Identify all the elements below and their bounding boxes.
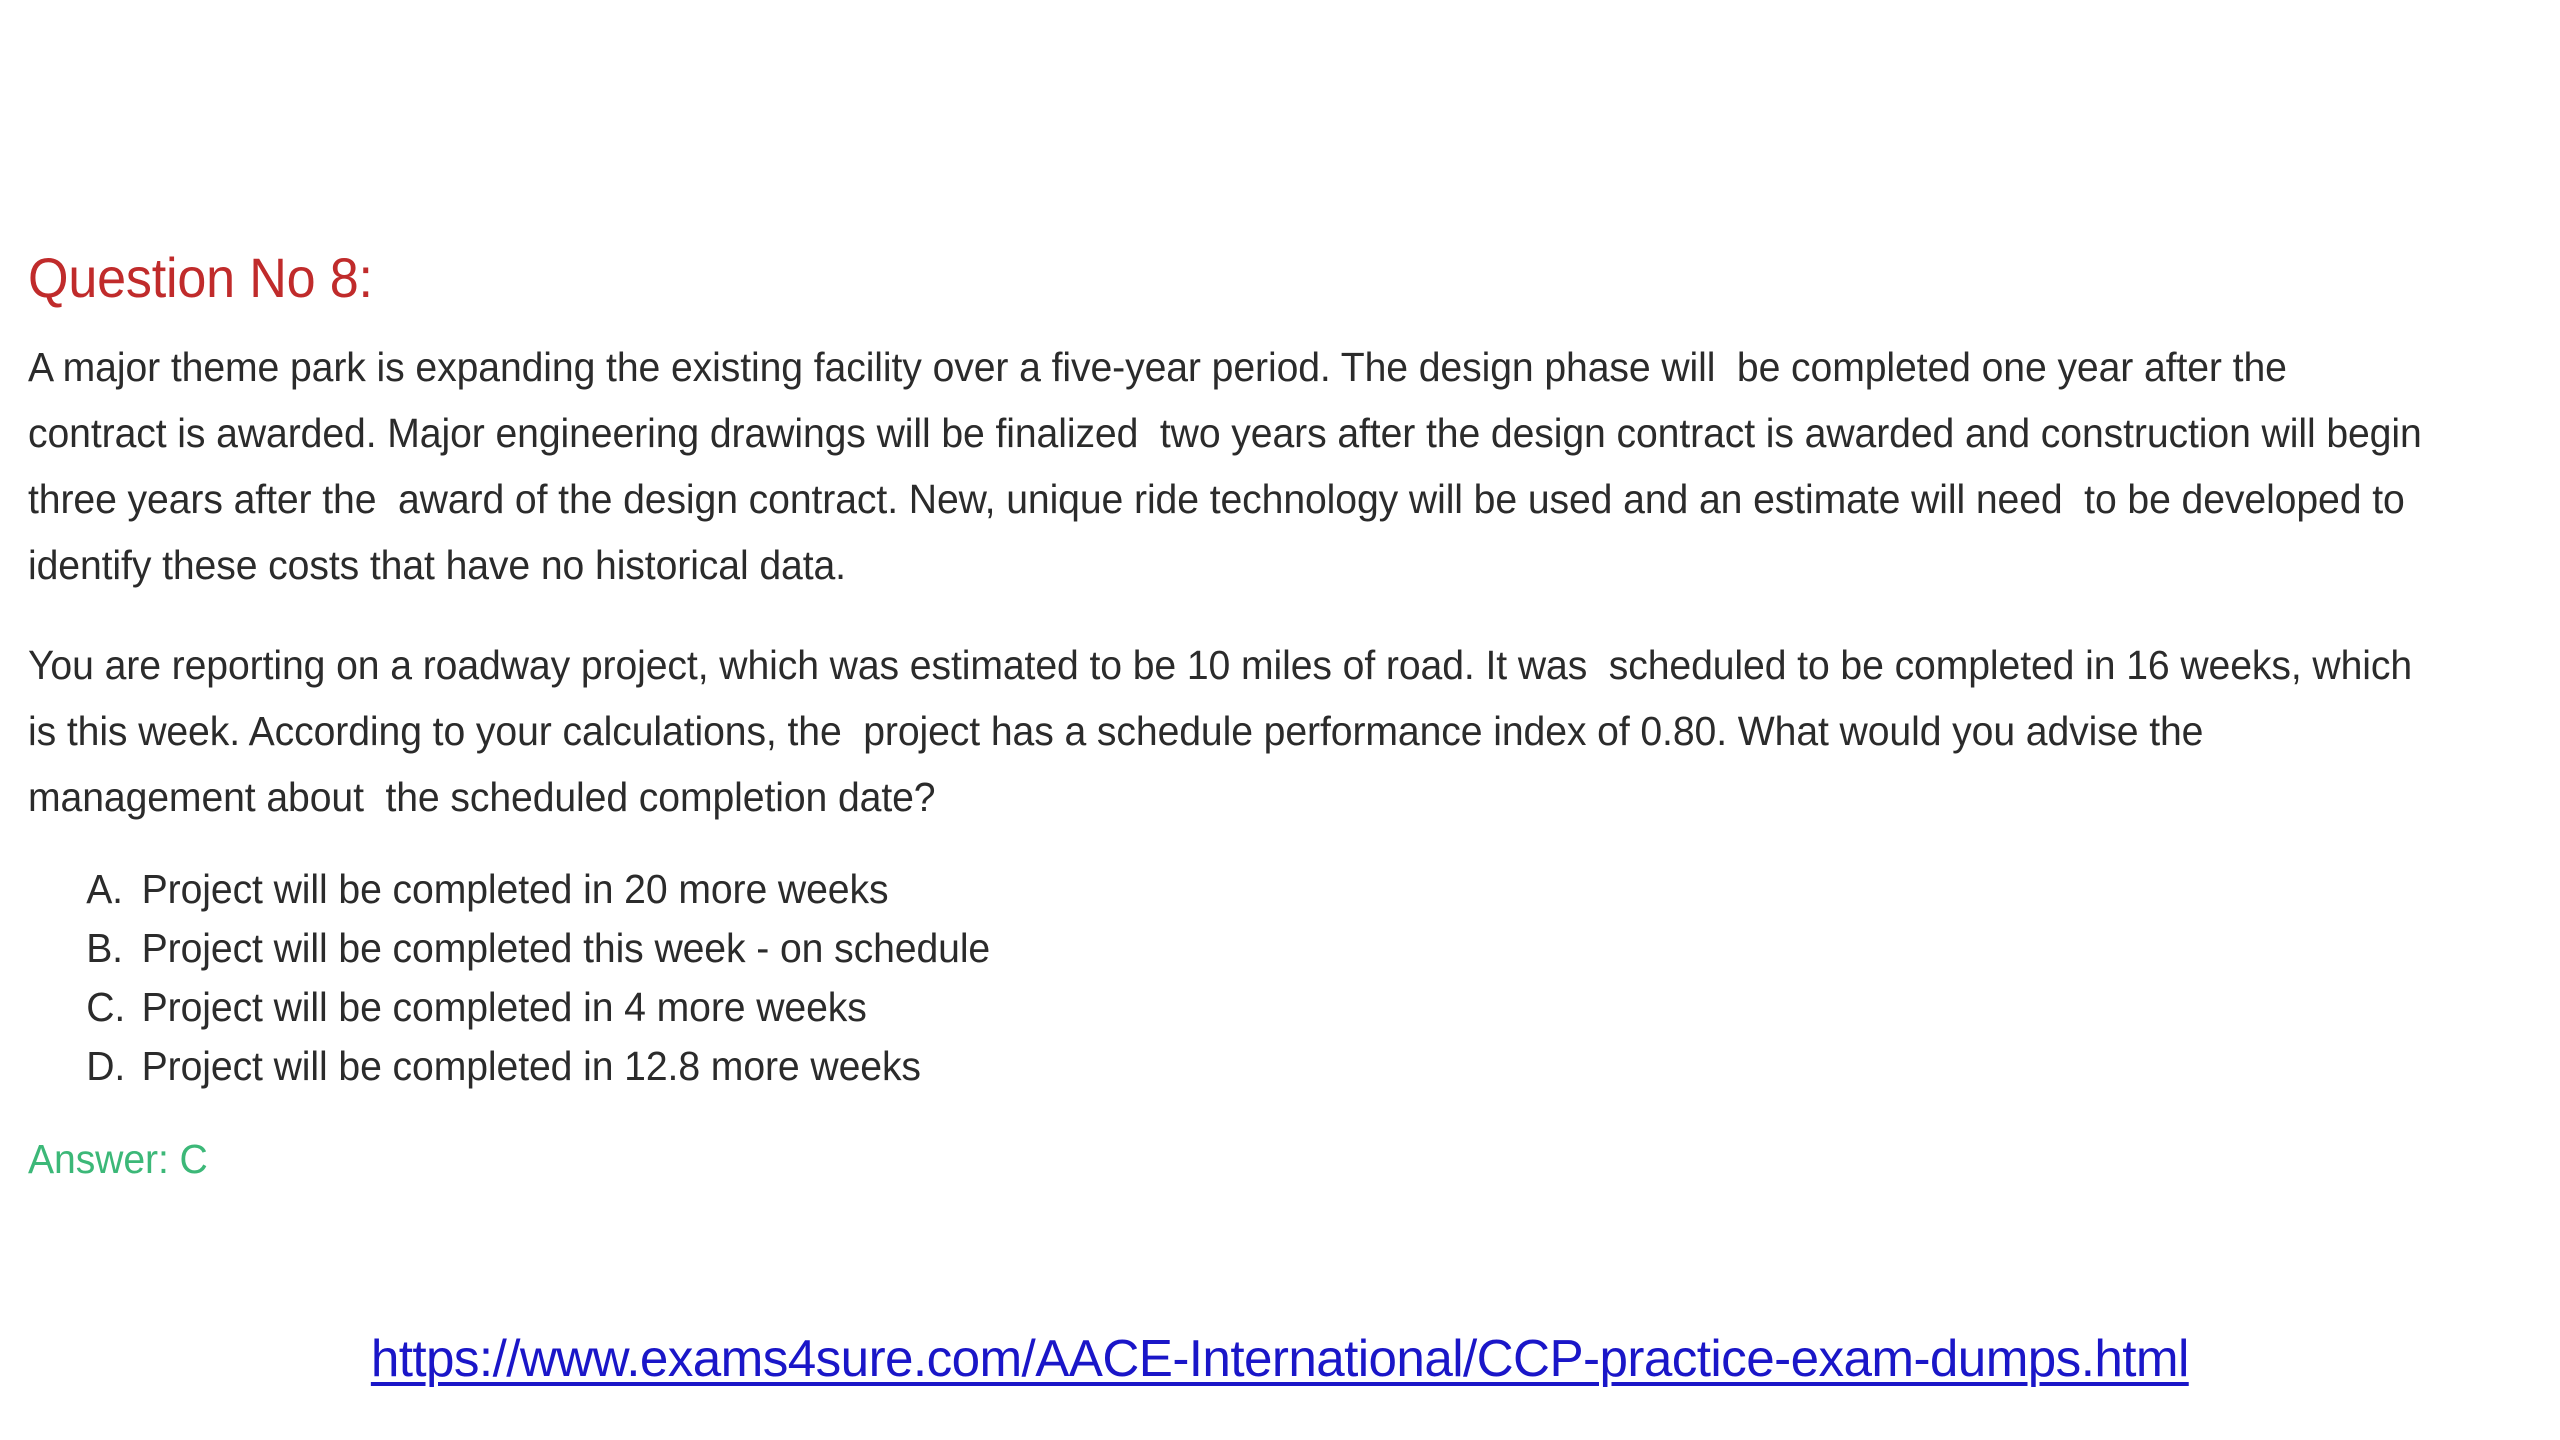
question-content: Question No 8: A major theme park is exp… bbox=[28, 246, 2538, 1189]
option-letter-c: C. bbox=[86, 984, 126, 1031]
answer-option-d[interactable]: D. Project will be completed in 12.8 mor… bbox=[28, 1037, 2425, 1096]
answer-option-b[interactable]: B. Project will be completed this week -… bbox=[28, 919, 2425, 978]
option-text-a: Project will be completed in 20 more wee… bbox=[141, 866, 889, 913]
option-text-d: Project will be completed in 12.8 more w… bbox=[141, 1043, 921, 1090]
option-text-b: Project will be completed this week - on… bbox=[141, 925, 991, 972]
correct-answer-label: Answer: C bbox=[28, 1136, 208, 1183]
answer-option-c[interactable]: C. Project will be completed in 4 more w… bbox=[28, 978, 2425, 1037]
option-letter-a: A. bbox=[86, 866, 123, 913]
exam-dumps-url-link[interactable]: https://www.exams4sure.com/AACE-Internat… bbox=[371, 1328, 2189, 1390]
option-letter-b: B. bbox=[86, 925, 123, 972]
option-letter-d: D. bbox=[86, 1043, 126, 1090]
footer: https://www.exams4sure.com/AACE-Internat… bbox=[0, 1328, 2560, 1390]
question-paragraph-1: A major theme park is expanding the exis… bbox=[28, 344, 2433, 589]
answer-option-a[interactable]: A. Project will be completed in 20 more … bbox=[28, 860, 2425, 919]
question-paragraph-2: You are reporting on a roadway project, … bbox=[28, 642, 2423, 821]
exam-question-page: Question No 8: A major theme park is exp… bbox=[0, 0, 2560, 1440]
question-number-heading: Question No 8: bbox=[28, 246, 373, 309]
option-text-c: Project will be completed in 4 more week… bbox=[141, 984, 867, 1031]
answer-options-list: A. Project will be completed in 20 more … bbox=[28, 860, 2538, 1096]
